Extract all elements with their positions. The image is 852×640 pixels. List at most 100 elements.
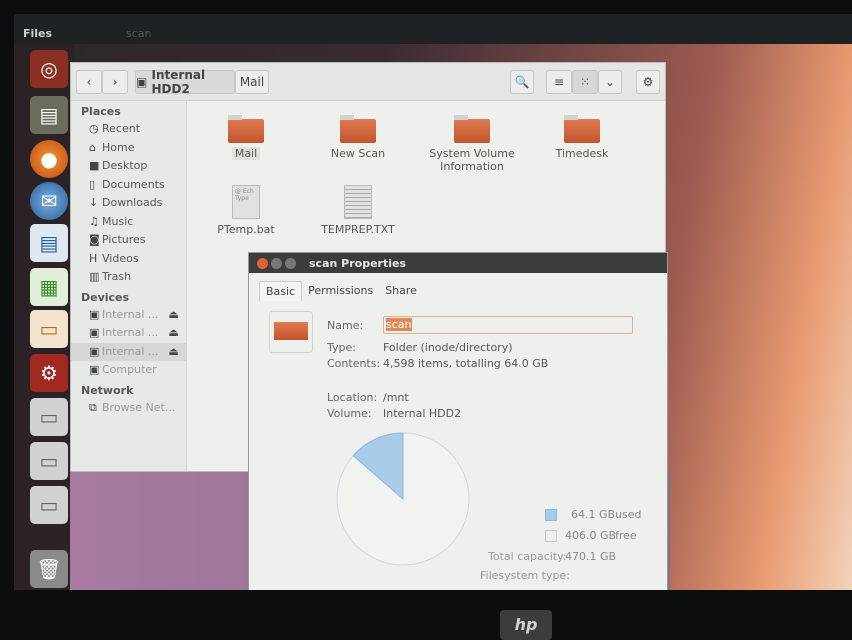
clock-icon: ◷ [89, 122, 99, 135]
properties-dialog: scan Properties Basic Permissions Share … [248, 252, 668, 590]
sidebar-device[interactable]: ▣ Internal ... ⏏ [71, 324, 186, 343]
text-file-icon [344, 185, 372, 219]
sidebar: Places ◷ Recent ⌂ Home ■ Desktop ▯ Documents… [71, 101, 187, 471]
gear-menu-button[interactable]: ⚙ [636, 70, 660, 94]
forward-button[interactable]: › [102, 70, 128, 94]
dialog-title: scan Properties [309, 256, 406, 270]
film-icon: H [89, 251, 98, 265]
tab-bar: Basic Permissions Share [259, 281, 423, 301]
drive-icon: ▣ [89, 363, 100, 376]
back-button[interactable]: ‹ [76, 70, 102, 94]
folder-icon: ■ [89, 159, 100, 172]
location-value: /mnt [383, 391, 409, 404]
filesystem-label: Filesystem type: [480, 569, 570, 582]
name-field[interactable]: scan [383, 316, 633, 334]
download-icon: ↓ [89, 196, 99, 209]
used-label: used [615, 508, 642, 521]
eject-icon[interactable]: ⏏ [168, 326, 178, 339]
folder-icon [228, 115, 264, 143]
dialog-titlebar: scan Properties [249, 253, 667, 273]
network-header: Network [81, 383, 134, 397]
type-value: Folder (inode/directory) [383, 341, 513, 354]
drive-icon[interactable]: ▭ [30, 486, 68, 524]
grid-view-button[interactable]: ⁙ [572, 70, 598, 94]
sidebar-item-videos[interactable]: H Videos [71, 250, 186, 269]
window-title: scan [126, 27, 152, 40]
folder-icon [269, 311, 313, 353]
maximize-icon[interactable] [285, 257, 296, 269]
eject-icon[interactable]: ⏏ [168, 345, 178, 358]
sidebar-item-desktop[interactable]: ■ Desktop [71, 157, 186, 176]
document-icon: ▯ [89, 177, 96, 191]
list-view-button[interactable]: ≡ [546, 70, 572, 94]
drive-icon: ▣ [89, 307, 100, 321]
volume-value: Internal HDD2 [383, 407, 462, 420]
app-title: Files [23, 27, 53, 40]
folder-icon [454, 115, 490, 143]
type-label: Type: [327, 341, 356, 354]
places-header: Places [81, 105, 121, 118]
breadcrumb-internal-hdd2[interactable]: ▣ Internal HDD2 [135, 68, 235, 96]
file-item[interactable]: Timedesk [527, 115, 637, 160]
file-item[interactable]: TEMPREP.TXT [303, 185, 413, 236]
sidebar-item-recent[interactable]: ◷ Recent [71, 120, 186, 139]
sidebar-item-trash[interactable]: ▥ Trash [71, 268, 186, 287]
folder-icon [564, 115, 600, 143]
breadcrumb-mail[interactable]: Mail [235, 70, 269, 94]
folder-icon [340, 115, 376, 143]
used-swatch [545, 509, 557, 521]
minimize-icon[interactable] [271, 257, 282, 269]
sidebar-item-pictures[interactable]: ◙ Pictures [71, 231, 186, 250]
file-item[interactable]: New Scan [303, 115, 413, 160]
home-icon: ⌂ [89, 140, 96, 154]
close-icon[interactable] [257, 257, 268, 269]
trash-icon[interactable]: 🗑 [30, 550, 68, 588]
sidebar-item-documents[interactable]: ▯ Documents [71, 176, 186, 195]
header-bar: ‹ › ▣ Internal HDD2 Mail 🔍 ≡ ⁙ ⌄ ⚙ [71, 63, 665, 101]
file-item[interactable]: Mail [191, 115, 301, 160]
drive-icon[interactable]: ▭ [30, 398, 68, 436]
sidebar-item-downloads[interactable]: ↓ Downloads [71, 194, 186, 213]
calc-icon[interactable]: ▦ [30, 268, 68, 306]
impress-icon[interactable]: ▭ [30, 310, 68, 348]
name-label: Name: [327, 319, 364, 332]
music-icon: ♫ [89, 214, 99, 228]
drive-icon[interactable]: ▭ [30, 442, 68, 480]
used-value: 64.1 GB [571, 508, 616, 521]
drive-icon: ▣ [89, 326, 100, 339]
file-item[interactable]: System Volume Information [417, 115, 527, 173]
files-icon[interactable]: ▤ [30, 96, 68, 134]
hp-logo: hp [500, 610, 552, 640]
sidebar-item-home[interactable]: ⌂ Home [71, 139, 186, 158]
firefox-icon[interactable]: ● [30, 140, 68, 178]
sidebar-device[interactable]: ▣ Internal ... ⏏ [71, 342, 186, 361]
settings-icon[interactable]: ⚙ [30, 354, 68, 392]
contents-value: 4,598 items, totalling 64.0 GB [383, 357, 549, 370]
thunderbird-icon[interactable]: ✉ [30, 182, 68, 220]
drive-icon: ▣ [89, 344, 100, 358]
sidebar-device[interactable]: ▣ Internal ... ⏏ [71, 306, 186, 325]
contents-label: Contents: [327, 357, 381, 370]
view-options-button[interactable]: ⌄ [598, 70, 622, 94]
launcher: ◎ ▤ ● ✉ ▤ ▦ ▭ ⚙ ▭ ▭ ▭ 🗑 [14, 44, 74, 590]
ubuntu-dash-icon[interactable]: ◎ [30, 50, 68, 88]
sidebar-item-browse-network[interactable]: ⧉ Browse Net... [71, 399, 186, 418]
tab-basic[interactable]: Basic [259, 281, 303, 301]
capacity-value: 470.1 GB [565, 550, 617, 563]
free-swatch [545, 530, 557, 542]
file-item[interactable]: @ Ech Type PTemp.bat [191, 185, 301, 236]
tab-share[interactable]: Share [379, 281, 423, 301]
tab-permissions[interactable]: Permissions [302, 281, 379, 301]
search-button[interactable]: 🔍 [510, 70, 534, 94]
capacity-label: Total capacity: [488, 550, 567, 563]
eject-icon[interactable]: ⏏ [168, 308, 178, 321]
writer-icon[interactable]: ▤ [30, 224, 68, 262]
sidebar-item-music[interactable]: ♫ Music [71, 213, 186, 232]
network-icon: ⧉ [89, 400, 97, 414]
screen: Files scan ◎ ▤ ● ✉ ▤ ▦ ▭ ⚙ ▭ ▭ ▭ 🗑 ‹ › ▣… [14, 14, 852, 590]
top-panel: Files scan [14, 14, 852, 44]
free-label: free [615, 529, 637, 542]
script-file-icon: @ Ech Type [232, 185, 260, 219]
sidebar-item-computer[interactable]: ▣ Computer [71, 361, 186, 380]
volume-label: Volume: [327, 407, 372, 420]
